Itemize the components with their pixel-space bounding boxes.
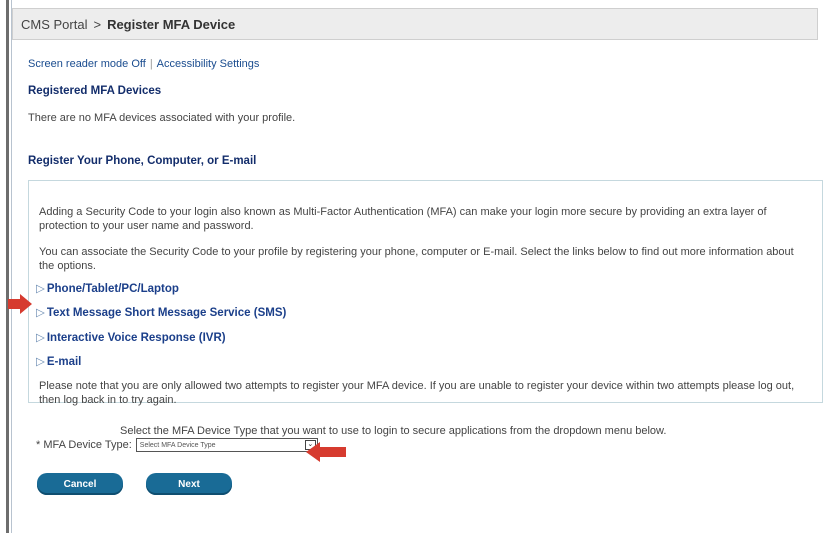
breadcrumb-separator: >: [93, 16, 102, 32]
device-type-row: * MFA Device Type: Select MFA Device Typ…: [36, 438, 318, 452]
screen-reader-link[interactable]: Screen reader mode Off: [28, 58, 146, 70]
register-heading: Register Your Phone, Computer, or E-mail: [28, 155, 257, 167]
accessibility-links: Screen reader mode Off | Accessibility Set…: [28, 58, 259, 70]
expand-triangle-icon: ▷: [36, 307, 45, 319]
expand-triangle-icon: ▷: [36, 356, 45, 368]
option-label: Phone/Tablet/PC/Laptop: [46, 283, 179, 295]
registered-devices-heading: Registered MFA Devices: [28, 85, 162, 97]
device-select-hint: Select the MFA Device Type that you want…: [120, 425, 667, 437]
option-label: Text Message Short Message Service (SMS): [46, 307, 287, 319]
device-type-select[interactable]: Select MFA Device Type ⌄: [135, 438, 318, 452]
accessibility-settings-link[interactable]: Accessibility Settings: [157, 58, 260, 70]
mfa-intro-text: Adding a Security Code to your login als…: [39, 206, 767, 232]
expand-triangle-icon: ▷: [36, 283, 45, 295]
window-frame-line: [11, 0, 12, 533]
option-label: Interactive Voice Response (IVR): [46, 332, 226, 344]
option-email[interactable]: ▷ E-mail: [36, 354, 81, 368]
page-title: Register MFA Device: [107, 16, 236, 32]
no-devices-message: There are no MFA devices associated with…: [28, 112, 296, 124]
option-sms[interactable]: ▷ Text Message Short Message Service (SMS…: [36, 305, 286, 319]
option-phone-tablet-pc-laptop[interactable]: ▷ Phone/Tablet/PC/Laptop: [36, 281, 179, 295]
red-arrow-left-icon: [306, 442, 346, 462]
option-label: E-mail: [46, 356, 82, 368]
expand-triangle-icon: ▷: [36, 332, 45, 344]
attempts-note: Please note that you are only allowed tw…: [39, 380, 795, 406]
breadcrumb-portal[interactable]: CMS Portal: [21, 17, 87, 32]
link-divider: |: [149, 58, 153, 70]
mfa-instructions-text: You can associate the Security Code to y…: [39, 246, 794, 272]
device-type-label: * MFA Device Type:: [36, 439, 132, 451]
window-frame-left: [6, 0, 9, 533]
cancel-button[interactable]: Cancel: [37, 473, 123, 495]
option-ivr[interactable]: ▷ Interactive Voice Response (IVR): [36, 330, 226, 344]
next-button[interactable]: Next: [146, 473, 232, 495]
red-arrow-right-icon: [8, 294, 32, 314]
breadcrumb: CMS Portal > Register MFA Device: [12, 8, 818, 40]
device-type-selected-value: Select MFA Device Type: [139, 441, 216, 449]
